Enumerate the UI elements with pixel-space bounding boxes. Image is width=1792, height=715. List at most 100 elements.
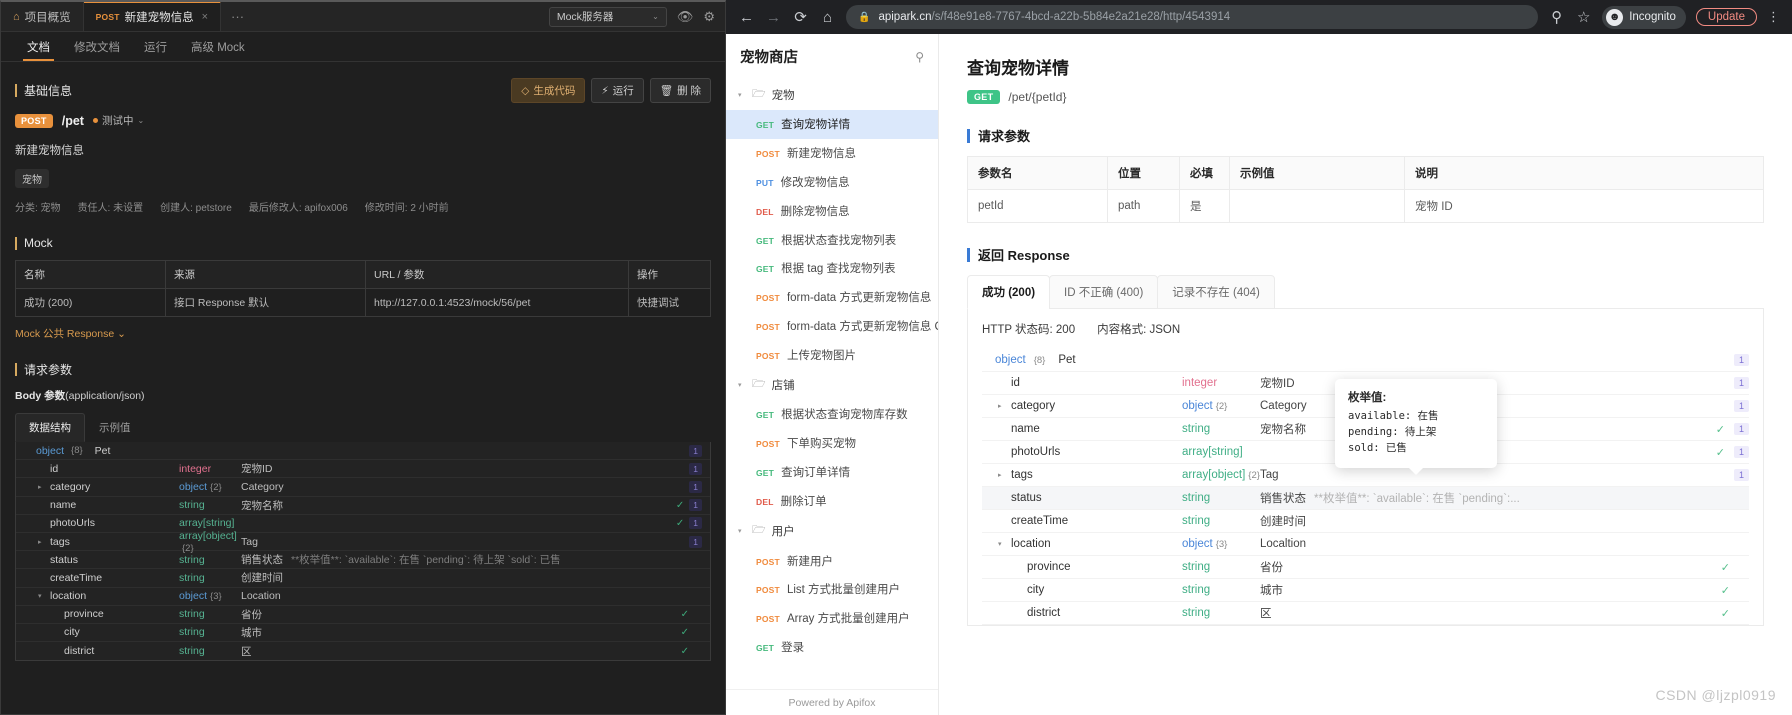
gear-icon[interactable]: ⚙ xyxy=(703,10,715,23)
nav-api-item[interactable]: POST 下单购买宠物 xyxy=(726,429,938,458)
watermark: CSDN @ljzpl0919 xyxy=(1655,687,1776,703)
search-icon[interactable]: ⚲ xyxy=(1548,8,1565,26)
nav-api-item[interactable]: POST List 方式批量创建用户 xyxy=(726,575,938,604)
schema-field-name: district xyxy=(24,645,179,657)
method-badge: POST xyxy=(756,585,780,596)
nav-api-label: 删除宠物信息 xyxy=(780,205,850,218)
field-label: id xyxy=(1011,377,1020,389)
chevron-down-icon[interactable]: ▾ xyxy=(738,527,746,535)
chevron-down-icon[interactable]: ▾ xyxy=(738,381,746,389)
tab-response-400[interactable]: ID 不正确 (400) xyxy=(1049,275,1159,309)
close-icon[interactable]: × xyxy=(202,11,208,23)
description-text: 宠物名称 xyxy=(241,499,283,512)
tab-overflow-button[interactable]: ··· xyxy=(221,2,254,31)
nav-api-item[interactable]: GET 查询订单详情 xyxy=(726,458,938,487)
generate-code-button[interactable]: ◇ 生成代码 xyxy=(511,78,586,103)
col-example: 示例值 xyxy=(1229,156,1405,190)
nav-group[interactable]: ▾ 🗁 宠物 xyxy=(726,79,938,110)
nav-group[interactable]: ▾ 🗁 店铺 xyxy=(726,369,938,400)
tab-edit-doc[interactable]: 修改文档 xyxy=(62,32,132,61)
tab-run[interactable]: 运行 xyxy=(132,32,179,61)
nav-api-item[interactable]: POST form-data 方式更新宠物信息 xyxy=(726,283,938,312)
nav-api-item[interactable]: GET 查询宠物详情 xyxy=(726,110,938,139)
tab-example-value[interactable]: 示例值 xyxy=(85,413,145,442)
schema-field-name: object {8} Pet xyxy=(982,354,1182,366)
nav-api-item[interactable]: GET 登录 xyxy=(726,633,938,662)
schema-field-name: status xyxy=(982,492,1182,504)
field-label: district xyxy=(1027,607,1061,619)
powered-by-label: Powered by Apifox xyxy=(726,689,938,715)
tab-response-404[interactable]: 记录不存在 (404) xyxy=(1157,275,1275,309)
search-icon[interactable]: ⚲ xyxy=(915,50,924,64)
field-label: city xyxy=(64,626,80,639)
schema-row: city string 城市 ✓ xyxy=(16,624,710,643)
url-path: /s/f48e91e8-7767-4bcd-a22b-5b84e2a21e28/… xyxy=(931,11,1231,23)
mock-public-response-link[interactable]: Mock 公共 Response ⌄ xyxy=(15,326,711,341)
chevron-down-icon[interactable]: ▾ xyxy=(738,91,746,99)
mock-server-select[interactable]: Mock服务器 ⌄ xyxy=(548,6,667,27)
eye-icon[interactable]: 👁 xyxy=(677,10,694,23)
tab-data-structure[interactable]: 数据结构 xyxy=(15,413,85,442)
incognito-indicator[interactable]: ☻ Incognito xyxy=(1602,5,1686,29)
nav-api-item[interactable]: POST 新建用户 xyxy=(726,546,938,575)
nav-api-item[interactable]: POST Array 方式批量创建用户 xyxy=(726,604,938,633)
chrome-menu-icon[interactable]: ⋮ xyxy=(1767,9,1780,25)
body-content-type: (application/json) xyxy=(65,390,145,402)
schema-field-name: name xyxy=(24,499,179,511)
schema-row: province string 省份 ✓ xyxy=(16,606,710,624)
field-count: {3} xyxy=(1215,539,1228,550)
quick-debug-link[interactable]: 快捷调试 xyxy=(628,288,711,317)
field-count: {2} xyxy=(1248,470,1260,481)
tab-bar-actions: Mock服务器 ⌄ 👁 ⚙ xyxy=(539,2,725,31)
reload-icon[interactable]: ⟳ xyxy=(792,8,809,26)
app-tab-bar: ⌂ 项目概览 POST 新建宠物信息 × ··· Mock服务器 ⌄ 👁 ⚙ xyxy=(1,2,725,32)
section-title: Mock xyxy=(24,236,53,250)
schema-field-name: ▸ category xyxy=(982,400,1182,412)
home-icon[interactable]: ⌂ xyxy=(819,9,836,26)
chevron-right-icon[interactable]: ▸ xyxy=(38,483,46,491)
type-label: string xyxy=(179,553,205,566)
chevron-down-icon[interactable]: ▾ xyxy=(998,540,1006,548)
col-url: URL / 参数 xyxy=(365,260,629,289)
forward-icon[interactable]: → xyxy=(765,9,782,26)
nav-api-item[interactable]: DEL 删除订单 xyxy=(726,486,938,515)
mock-server-label: Mock服务器 xyxy=(556,11,614,23)
mock-table: 名称 来源 URL / 参数 操作 成功 (200) 接口 Response 默… xyxy=(15,260,711,317)
run-button[interactable]: ⚡ 运行 xyxy=(591,78,644,103)
back-icon[interactable]: ← xyxy=(738,9,755,26)
nav-api-item[interactable]: PUT 修改宠物信息 xyxy=(726,168,938,197)
nav-api-item[interactable]: POST 新建宠物信息 xyxy=(726,139,938,168)
nav-group[interactable]: ▾ 🗁 用户 xyxy=(726,515,938,546)
basic-info-actions: ◇ 生成代码 ⚡ 运行 🗑 删 除 xyxy=(511,78,711,103)
address-bar[interactable]: 🔒 apipark.cn/s/f48e91e8-7767-4bcd-a22b-5… xyxy=(846,5,1539,29)
chevron-down-icon[interactable]: ▾ xyxy=(38,592,46,600)
schema-field-description: Tag xyxy=(1260,469,1725,481)
nav-api-item[interactable]: GET 根据状态查找宠物列表 xyxy=(726,225,938,254)
type-label: string xyxy=(179,499,205,512)
nav-api-item[interactable]: GET 根据 tag 查找宠物列表 xyxy=(726,254,938,283)
col-location: 位置 xyxy=(1107,156,1180,190)
nav-api-item[interactable]: POST 上传宠物图片 xyxy=(726,340,938,369)
delete-button[interactable]: 🗑 删 除 xyxy=(649,78,711,103)
chevron-right-icon[interactable]: ▸ xyxy=(998,471,1006,479)
chevron-right-icon[interactable]: ▸ xyxy=(998,402,1006,410)
schema-field-name: ▾ location xyxy=(982,538,1182,550)
update-button[interactable]: Update xyxy=(1695,8,1757,26)
nav-api-item[interactable]: GET 根据状态查询宠物库存数 xyxy=(726,400,938,429)
nav-api-item[interactable]: POST form-data 方式更新宠物信息 Co xyxy=(726,311,938,340)
tab-project-overview[interactable]: ⌂ 项目概览 xyxy=(1,2,84,31)
schema-field-type: integer xyxy=(1182,377,1260,389)
nav-api-item[interactable]: DEL 删除宠物信息 xyxy=(726,196,938,225)
tab-response-200[interactable]: 成功 (200) xyxy=(967,275,1051,309)
method-badge: POST xyxy=(756,614,780,625)
chevron-right-icon[interactable]: ▸ xyxy=(38,538,46,546)
type-label: string xyxy=(1182,607,1211,619)
tab-new-pet[interactable]: POST 新建宠物信息 × xyxy=(83,2,222,31)
meta-category: 分类: 宠物 xyxy=(15,203,61,214)
folder-icon: 🗁 xyxy=(752,524,766,537)
tab-advanced-mock[interactable]: 高级 Mock xyxy=(179,32,257,61)
tab-doc[interactable]: 文档 xyxy=(15,32,62,61)
bookmark-star-icon[interactable]: ☆ xyxy=(1575,8,1592,26)
status-dropdown[interactable]: 测试中 ⌄ xyxy=(92,113,144,128)
method-badge: GET xyxy=(756,642,775,653)
